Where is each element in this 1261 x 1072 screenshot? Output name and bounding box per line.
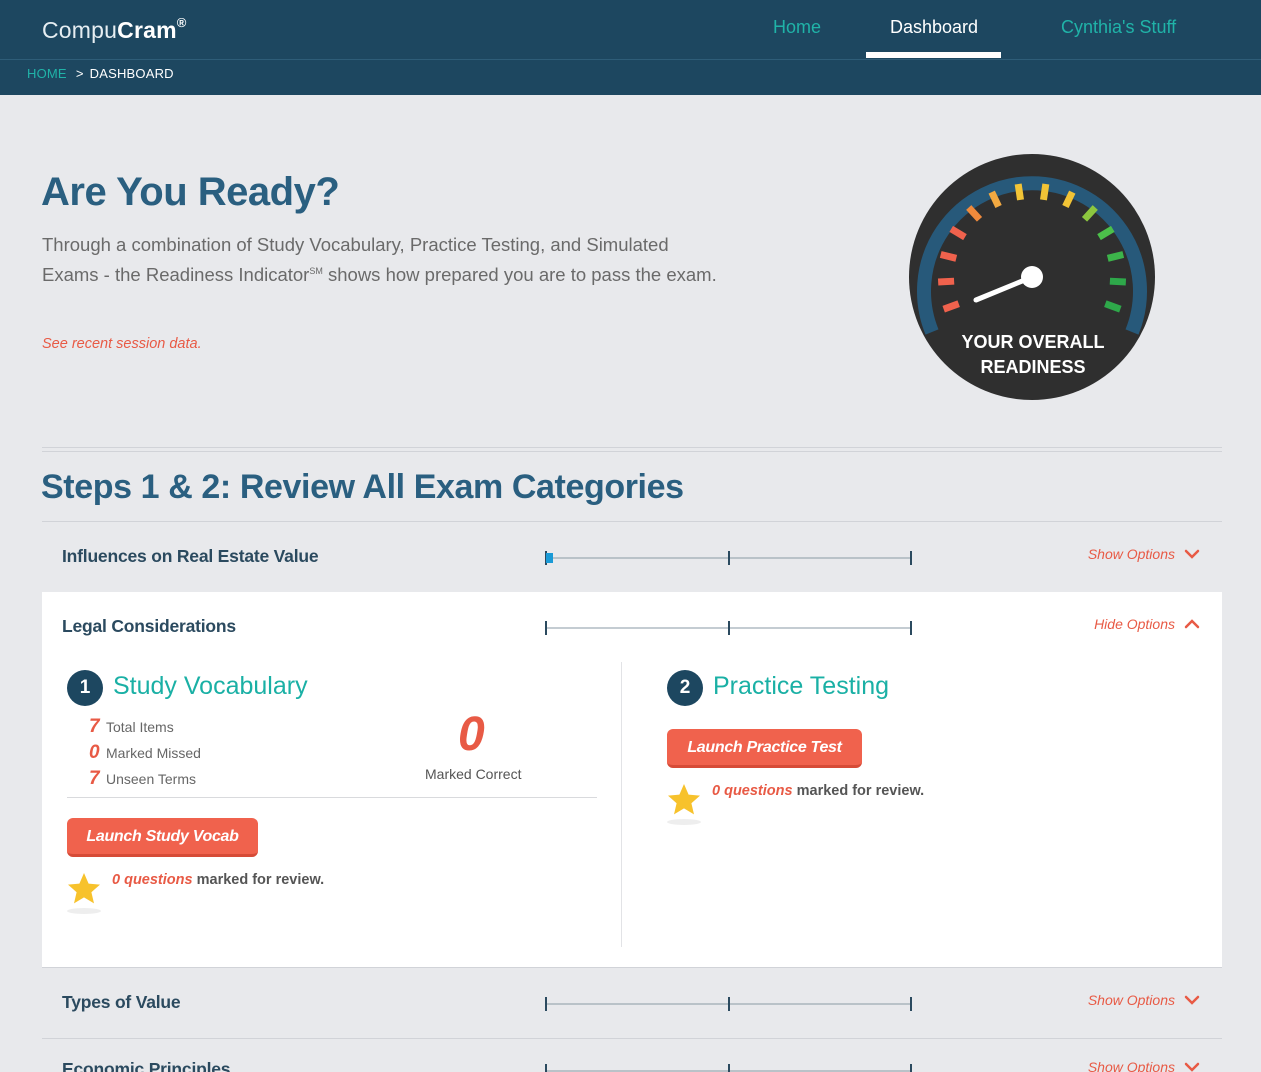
section-divider — [42, 447, 1222, 448]
progress-track — [545, 1064, 912, 1072]
stat-marked-missed: 0 Marked Missed — [89, 742, 201, 763]
show-options-toggle[interactable]: Show Options — [1088, 546, 1200, 562]
practice-review-text: 0 questions marked for review. — [712, 783, 925, 799]
hide-options-toggle[interactable]: Hide Options — [1094, 616, 1200, 632]
nav-cynthias-stuff[interactable]: Cynthia's Stuff — [1061, 17, 1176, 38]
breadcrumb-separator: > — [75, 66, 84, 81]
category-name: Types of Value — [62, 992, 181, 1012]
section-title: Steps 1 & 2: Review All Exam Categories — [41, 468, 684, 506]
launch-practice-test-button[interactable]: Launch Practice Test — [667, 729, 862, 768]
category-row[interactable]: Types of Value Show Options — [42, 967, 1222, 1039]
marked-correct-count: 0 — [458, 708, 485, 761]
active-nav-indicator — [866, 52, 1001, 58]
progress-track — [545, 551, 912, 565]
show-options-toggle[interactable]: Show Options — [1088, 1059, 1200, 1072]
practice-testing-title: Practice Testing — [713, 672, 890, 700]
step-number-1: 1 — [67, 670, 103, 706]
progress-track — [545, 997, 912, 1011]
category-name: Influences on Real Estate Value — [62, 546, 319, 566]
star-icon — [66, 871, 102, 915]
gauge-tick — [1106, 251, 1125, 262]
launch-study-vocab-button[interactable]: Launch Study Vocab — [67, 818, 258, 857]
hero-description: Through a combination of Study Vocabular… — [42, 234, 717, 286]
category-name: Legal Considerations — [62, 616, 236, 636]
stat-unseen-terms: 7 Unseen Terms — [89, 768, 197, 789]
show-options-toggle[interactable]: Show Options — [1088, 992, 1200, 1008]
top-navbar: CompuCram® Home Dashboard Cynthia's Stuf… — [0, 0, 1261, 95]
column-divider — [621, 662, 622, 947]
chevron-up-icon — [1184, 619, 1200, 629]
chevron-down-icon — [1184, 549, 1200, 559]
nav-dashboard[interactable]: Dashboard — [890, 17, 978, 38]
breadcrumb-home[interactable]: HOME — [27, 66, 67, 81]
category-row[interactable]: Influences on Real Estate Value Show Opt… — [42, 521, 1222, 593]
study-vocabulary-title: Study Vocabulary — [113, 672, 308, 700]
header-divider — [0, 59, 1261, 60]
page-title: Are You Ready? — [41, 170, 340, 214]
gauge-tick — [1040, 183, 1050, 201]
divider — [67, 797, 597, 798]
marked-correct-label: Marked Correct — [425, 766, 522, 782]
vocab-review-text: 0 questions marked for review. — [112, 872, 325, 888]
gauge-tick — [937, 277, 955, 286]
category-row[interactable]: Economic Principles Show Options — [42, 1038, 1222, 1072]
progress-fill — [546, 553, 553, 563]
recent-session-link[interactable]: See recent session data. — [42, 336, 202, 352]
gauge-tick — [939, 251, 958, 262]
star-icon — [666, 782, 702, 826]
section-divider — [42, 451, 1222, 452]
chevron-down-icon — [1184, 1062, 1200, 1072]
category-name: Economic Principles — [62, 1059, 231, 1072]
chevron-down-icon — [1184, 995, 1200, 1005]
nav-home[interactable]: Home — [773, 17, 821, 38]
step-number-2: 2 — [667, 670, 703, 706]
progress-track — [545, 621, 912, 635]
logo[interactable]: CompuCram® — [42, 15, 187, 44]
breadcrumb: HOME > DASHBOARD — [27, 66, 174, 81]
gauge-label: YOUR OVERALL READINESS — [961, 332, 1105, 377]
breadcrumb-current: DASHBOARD — [89, 66, 174, 81]
gauge-tick — [1014, 183, 1024, 201]
gauge-tick — [1109, 277, 1127, 286]
stat-total-items: 7 Total Items — [89, 716, 174, 737]
category-row-expanded: Legal Considerations Hide Options 1 Stud… — [42, 592, 1222, 968]
